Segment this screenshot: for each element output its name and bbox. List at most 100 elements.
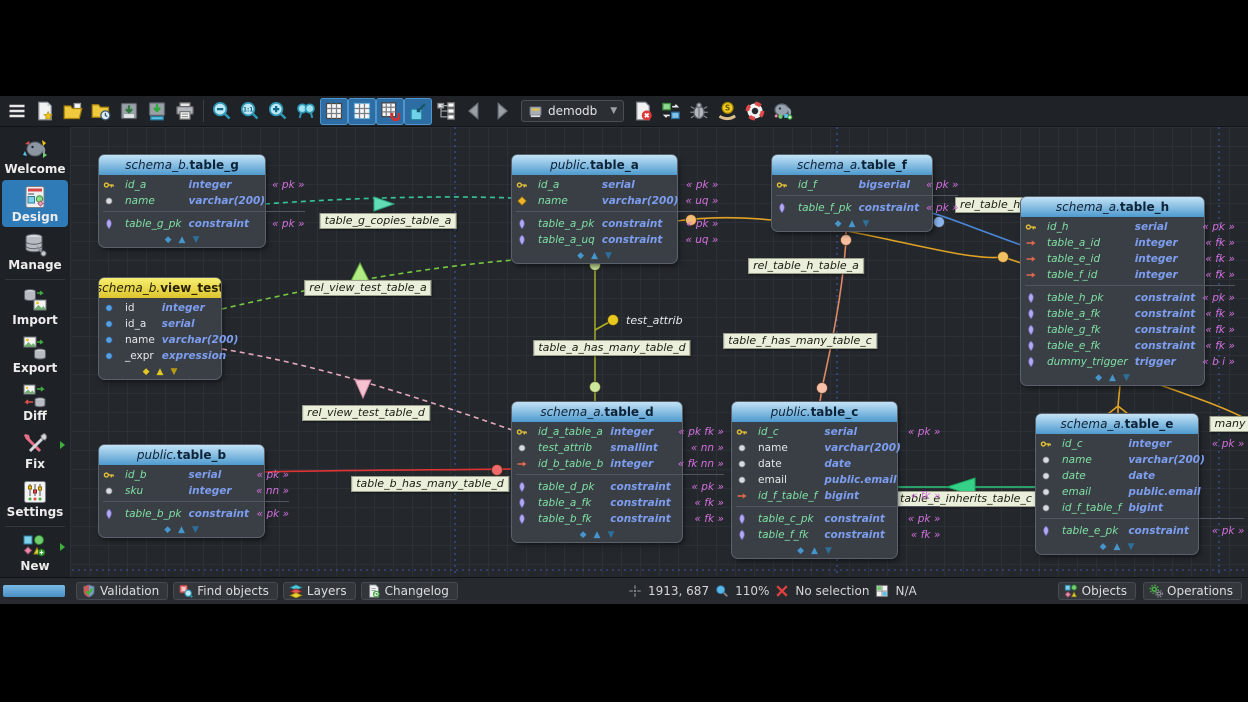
scroll-down-icon[interactable]: ▼	[1127, 542, 1134, 552]
table-header[interactable]: schema_a.table_f	[772, 155, 932, 175]
support-button[interactable]	[741, 98, 769, 125]
objects-button[interactable]: Objects	[1058, 582, 1136, 600]
sidebar-item-welcome[interactable]: Welcome	[2, 132, 68, 179]
collapse-diamond-icon[interactable]: ◆	[577, 251, 584, 261]
layers-button[interactable]: Layers	[283, 582, 356, 600]
collapse-diamond-icon[interactable]: ◆	[1100, 542, 1107, 552]
rel-table-f-has-many-table-c-point[interactable]	[841, 235, 852, 246]
collapse-diamond-icon[interactable]: ◆	[164, 525, 171, 535]
table-header[interactable]: schema_a.table_h	[1021, 197, 1204, 217]
table-header[interactable]: schema_a.table_d	[512, 402, 682, 422]
collapse-diamond-icon[interactable]: ◆	[165, 235, 172, 245]
find-objects-button[interactable]: Find objects	[173, 582, 278, 600]
sidebar-item-settings[interactable]: Settings	[2, 475, 68, 522]
scroll-down-icon[interactable]: ▼	[825, 546, 832, 556]
view-view_test[interactable]: schema_b.view_testidintegerid_aserialnam…	[99, 278, 221, 379]
print-button[interactable]	[171, 98, 199, 125]
sidebar-item-fix[interactable]: Fix	[2, 427, 68, 474]
table-header[interactable]: public.table_c	[732, 402, 897, 422]
rel-table-h-table-a-point[interactable]	[998, 252, 1009, 263]
rel-test-attrib-stub-point[interactable]	[608, 315, 619, 326]
scroll-up-icon[interactable]: ▲	[591, 251, 598, 261]
relationship-label[interactable]: many	[1210, 416, 1248, 432]
relationship-label[interactable]: rel_view_test_table_a	[304, 280, 431, 296]
rel-table-f-has-many-table-c[interactable]	[820, 228, 846, 402]
collapse-diamond-icon[interactable]: ◆	[835, 219, 842, 229]
plugins-button[interactable]	[769, 98, 797, 125]
sidebar-item-new[interactable]: New	[2, 529, 68, 576]
table-table_c[interactable]: public.table_cid_cserial« pk »namevarcha…	[732, 402, 897, 558]
recent-models-button[interactable]	[87, 98, 115, 125]
scroll-up-icon[interactable]: ▲	[178, 525, 185, 535]
zoom-out-button[interactable]	[208, 98, 236, 125]
relationship-label[interactable]: table_b_has_many_table_d	[351, 476, 509, 492]
table-header[interactable]: schema_a.table_e	[1036, 414, 1198, 434]
donate-button[interactable]: S	[713, 98, 741, 125]
save-as-button[interactable]	[143, 98, 171, 125]
nav-back-button[interactable]	[460, 98, 488, 125]
rel-table-f-has-many-table-c-point[interactable]	[817, 383, 828, 394]
relationship-label[interactable]: rel_view_test_table_d	[302, 405, 430, 421]
scroll-up-icon[interactable]: ▲	[179, 235, 186, 245]
rel-table-a-has-many-table-d-point[interactable]	[590, 382, 601, 393]
changelog-button[interactable]: Changelog	[361, 582, 458, 600]
operations-button[interactable]: Operations	[1143, 582, 1242, 600]
scroll-up-icon[interactable]: ▲	[811, 546, 818, 556]
rel-view-test-table-d-arrow[interactable]	[355, 380, 371, 398]
scroll-up-icon[interactable]: ▲	[157, 367, 164, 377]
nav-forward-button[interactable]	[488, 98, 516, 125]
sidebar-item-import[interactable]: Import	[2, 283, 68, 330]
magnify-tool-button[interactable]	[292, 98, 320, 125]
table-header[interactable]: public.table_a	[512, 155, 677, 175]
show-grid-button[interactable]	[320, 98, 348, 125]
table-table_h[interactable]: schema_a.table_hid_hserial« pk »table_a_…	[1021, 197, 1204, 385]
scroll-up-icon[interactable]: ▲	[1114, 542, 1121, 552]
relationship-label[interactable]: table_a_has_many_table_d	[533, 340, 690, 356]
main-menu[interactable]	[3, 98, 31, 125]
scroll-down-icon[interactable]: ▼	[862, 219, 869, 229]
compact-view-button[interactable]	[404, 98, 432, 125]
table-table_g[interactable]: schema_b.table_gid_ainteger« pk »namevar…	[99, 155, 265, 247]
rel-table-g-copies-table-a-arrow[interactable]	[374, 197, 394, 211]
database-selector[interactable]: demodb▼	[521, 100, 624, 122]
rel-table-b-has-many-table-d-point[interactable]	[492, 465, 503, 476]
relationship-label[interactable]: table_g_copies_table_a	[320, 213, 457, 229]
validation-button[interactable]: Validation	[76, 582, 168, 600]
zoom-in-button[interactable]	[264, 98, 292, 125]
scroll-up-icon[interactable]: ▲	[1109, 373, 1116, 383]
relationship-label[interactable]: table_f_has_many_table_c	[723, 333, 877, 349]
rel-table-h-blue-point[interactable]	[934, 217, 945, 228]
collapse-diamond-icon[interactable]: ◆	[1095, 373, 1102, 383]
debug-button[interactable]	[685, 98, 713, 125]
table-header[interactable]: public.table_b	[99, 445, 264, 465]
rel-table-h-table-e[interactable]	[1108, 385, 1128, 414]
rel-view-test-table-a-arrow[interactable]	[351, 263, 369, 281]
table-header[interactable]: schema_b.table_g	[99, 155, 265, 175]
scroll-down-icon[interactable]: ▼	[170, 367, 177, 377]
scroll-down-icon[interactable]: ▼	[1123, 373, 1130, 383]
snap-to-grid-button[interactable]	[376, 98, 404, 125]
scroll-up-icon[interactable]: ▲	[849, 219, 856, 229]
table-table_f[interactable]: schema_a.table_fid_fbigserial« pk »table…	[772, 155, 932, 231]
open-model-button[interactable]	[59, 98, 87, 125]
align-to-grid-button[interactable]	[348, 98, 376, 125]
table-table_e[interactable]: schema_a.table_eid_cinteger« pk »namevar…	[1036, 414, 1198, 554]
collapse-diamond-icon[interactable]: ◆	[580, 530, 587, 540]
rel-table-b-has-many-table-d[interactable]	[265, 469, 512, 472]
zoom-original-button[interactable]: 1:1	[236, 98, 264, 125]
scroll-down-icon[interactable]: ▼	[607, 530, 614, 540]
scroll-up-icon[interactable]: ▲	[594, 530, 601, 540]
expand-attributes-button[interactable]	[432, 98, 460, 125]
scroll-down-icon[interactable]: ▼	[192, 525, 199, 535]
scroll-down-icon[interactable]: ▼	[605, 251, 612, 261]
save-model-button[interactable]	[115, 98, 143, 125]
sidebar-item-diff[interactable]: Diff	[2, 379, 68, 426]
close-model-button[interactable]	[629, 98, 657, 125]
relationship-label[interactable]: rel_table_h_table_a	[748, 258, 864, 274]
rel-table-h-blue[interactable]	[931, 213, 1021, 245]
collapse-diamond-icon[interactable]: ◆	[143, 367, 150, 377]
scroll-down-icon[interactable]: ▼	[192, 235, 199, 245]
table-table_b[interactable]: public.table_bid_bserial« pk »skuinteger…	[99, 445, 264, 537]
table-header[interactable]: schema_b.view_test	[99, 278, 221, 298]
sidebar-item-export[interactable]: Export	[2, 331, 68, 378]
